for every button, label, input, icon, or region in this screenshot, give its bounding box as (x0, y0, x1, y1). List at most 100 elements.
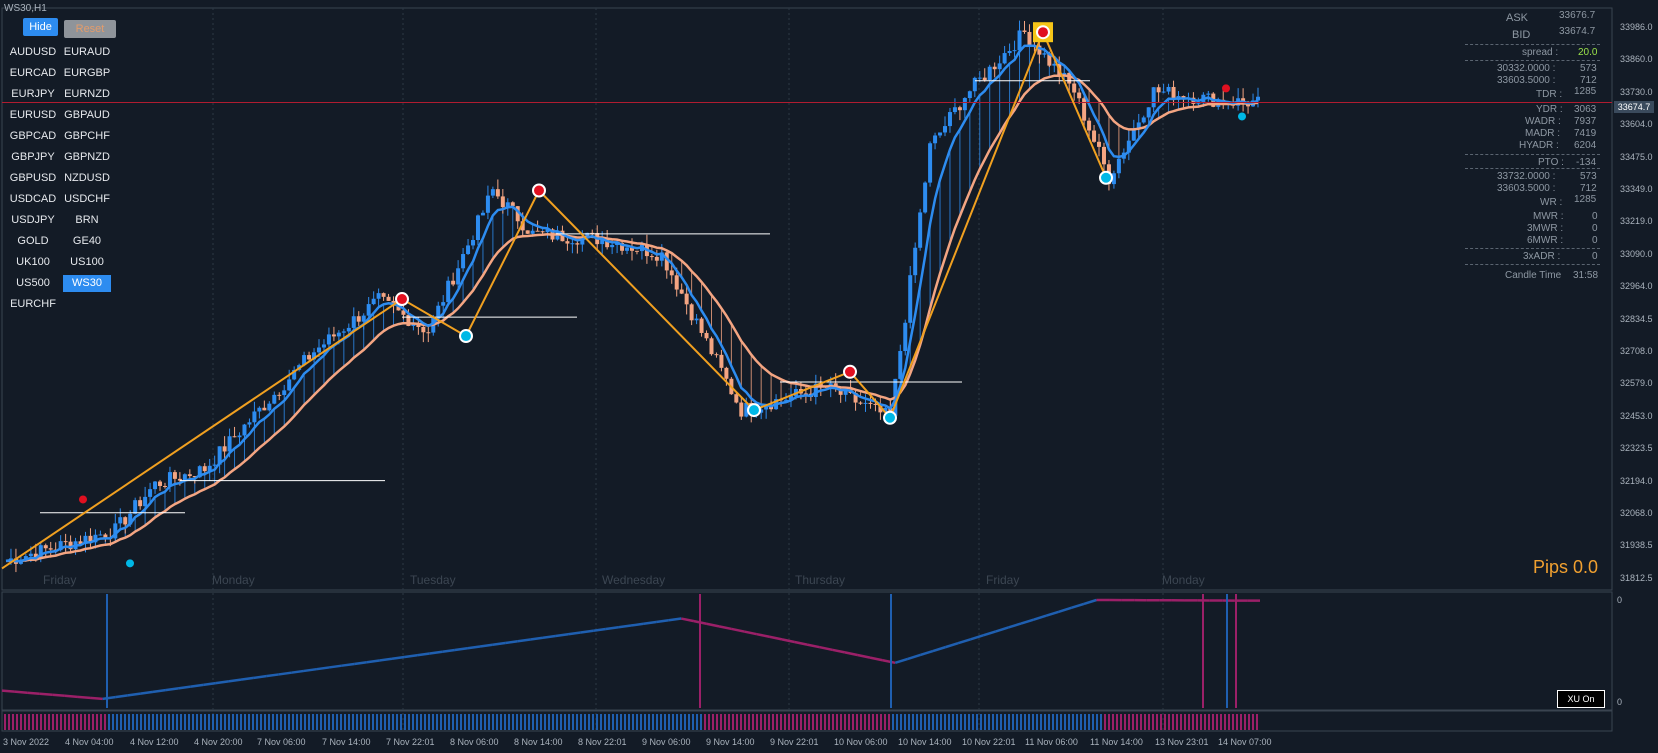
histogram-bar (1152, 714, 1154, 730)
time-tick: 8 Nov 06:00 (450, 737, 499, 747)
ydr-value: 3063 (1574, 104, 1597, 115)
candle-body (952, 107, 957, 113)
symbol-button-gold[interactable]: GOLD (9, 233, 57, 250)
time-tick: 11 Nov 14:00 (1090, 737, 1143, 747)
symbol-button-eurjpy[interactable]: EURJPY (9, 86, 57, 103)
candle-body (426, 332, 431, 334)
chart-canvas[interactable] (0, 0, 1658, 753)
histogram-bar (944, 714, 946, 730)
xu-toggle-button[interactable]: XU On (1557, 690, 1605, 708)
symbol-button-gbpaud[interactable]: GBPAUD (63, 107, 111, 124)
indicator-line (567, 631, 581, 636)
histogram-bar (1056, 714, 1058, 730)
symbol-button-ws30[interactable]: WS30 (63, 275, 111, 292)
histogram-bar (896, 714, 898, 730)
histogram-bar (656, 714, 658, 730)
histogram-bar (368, 714, 370, 730)
symbol-button-eurusd[interactable]: EURUSD (9, 107, 57, 124)
indicator-line (580, 629, 594, 634)
candle-body (451, 280, 456, 285)
symbol-button-uk100[interactable]: UK100 (9, 254, 57, 271)
candle-body (923, 182, 928, 213)
candle-body (1092, 130, 1097, 142)
histogram-bar (1104, 714, 1106, 730)
histogram-bar (1228, 714, 1230, 730)
indicator-line (681, 617, 695, 623)
day-label: Wednesday (602, 573, 666, 587)
histogram-bar (232, 714, 234, 730)
madr-value: 7419 (1574, 128, 1597, 139)
candle-body (908, 275, 913, 323)
candle-body (371, 298, 376, 305)
histogram-bar (104, 714, 106, 730)
symbol-button-eurcad[interactable]: EURCAD (9, 65, 57, 82)
symbol-button-brn[interactable]: BRN (63, 212, 111, 229)
symbol-button-gbpchf[interactable]: GBPCHF (63, 128, 111, 145)
candle-body (1017, 30, 1022, 51)
time-tick: 7 Nov 22:01 (386, 737, 435, 747)
symbol-button-eurchf[interactable]: EURCHF (9, 296, 57, 313)
indicator-line (379, 657, 393, 662)
symbol-button-eurnzd[interactable]: EURNZD (63, 86, 111, 103)
symbol-button-us100[interactable]: US100 (63, 254, 111, 271)
histogram-bar (860, 714, 862, 730)
histogram-bar (784, 714, 786, 730)
symbol-button-gbpcad[interactable]: GBPCAD (9, 128, 57, 145)
candle-body (510, 202, 515, 207)
histogram-bar (880, 714, 882, 730)
histogram-bar (884, 714, 886, 730)
indicator-line (39, 692, 53, 697)
reset-button[interactable]: Reset (64, 20, 116, 38)
symbol-button-usdcad[interactable]: USDCAD (9, 191, 57, 208)
hyadr-value: 6204 (1574, 140, 1597, 151)
candle-body (570, 243, 575, 245)
histogram-bar (996, 714, 998, 730)
symbol-button-usdjpy[interactable]: USDJPY (9, 212, 57, 229)
symbol-button-gbpnzd[interactable]: GBPNZD (63, 149, 111, 166)
histogram-bar (112, 714, 114, 730)
symbol-button-ge40[interactable]: GE40 (63, 233, 111, 250)
symbol-button-gbpjpy[interactable]: GBPJPY (9, 149, 57, 166)
indicator-line (328, 664, 342, 669)
candle-body (63, 541, 68, 543)
candle-body (684, 293, 689, 305)
histogram-bar (420, 714, 422, 730)
candle-body (500, 196, 505, 208)
histogram-bar (648, 714, 650, 730)
histogram-bar (776, 714, 778, 730)
histogram-bar (468, 714, 470, 730)
candle-body (918, 212, 923, 248)
histogram-bar (680, 714, 682, 730)
price-tick: 32323.5 (1620, 443, 1653, 454)
symbol-button-gbpusd[interactable]: GBPUSD (9, 170, 57, 187)
indicator-line (919, 649, 934, 657)
histogram-bar (1252, 714, 1254, 730)
hide-button[interactable]: Hide (23, 18, 58, 36)
histogram-bar (1028, 714, 1030, 730)
tdr-value: 1285 (1574, 86, 1597, 97)
indicator-line (177, 685, 191, 690)
indicator-line (995, 626, 1009, 633)
candle-body (98, 534, 103, 536)
symbol-button-euraud[interactable]: EURAUD (63, 44, 111, 61)
histogram-bar (136, 714, 138, 730)
histogram-bar (676, 714, 678, 730)
symbol-button-us500[interactable]: US500 (9, 275, 57, 292)
candle-body (490, 189, 495, 196)
indicator-line (27, 691, 40, 695)
indicator-line (1, 689, 15, 693)
wr-value: 1285 (1574, 194, 1597, 205)
symbol-button-usdchf[interactable]: USDCHF (63, 191, 111, 208)
candle-body (674, 275, 679, 290)
symbol-button-audusd[interactable]: AUDUSD (9, 44, 57, 61)
histogram-bar (812, 714, 814, 730)
price-tick: 32453.0 (1620, 410, 1653, 421)
histogram-bar (260, 714, 262, 730)
signal-dot-blue (1238, 112, 1246, 121)
mwr6-label: 6MWR : (1527, 235, 1564, 246)
symbol-button-eurgbp[interactable]: EURGBP (63, 65, 111, 82)
candle-body (575, 243, 580, 245)
histogram-bar (128, 714, 130, 730)
candle-body (326, 334, 331, 345)
symbol-button-nzdusd[interactable]: NZDUSD (63, 170, 111, 187)
